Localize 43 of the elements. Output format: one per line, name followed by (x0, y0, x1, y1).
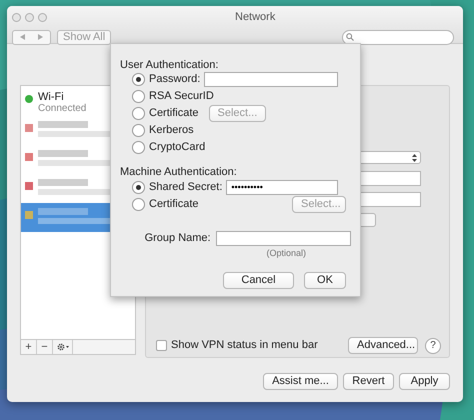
apply-button[interactable]: Apply (399, 373, 450, 390)
section-heading: Machine Authentication: (120, 165, 238, 179)
chevron-icon (412, 154, 417, 162)
radio-button[interactable] (132, 107, 145, 120)
secret-value: •••••••••• (231, 180, 263, 194)
advanced-button[interactable]: Advanced... (348, 337, 418, 354)
gear-icon (56, 343, 68, 351)
window-title: Network (235, 10, 276, 25)
optional-hint: (Optional) (266, 246, 306, 260)
option-label: RSA SecurID (149, 89, 214, 104)
option-label: CryptoCard (149, 140, 206, 156)
radio-button[interactable] (132, 198, 145, 211)
text-field[interactable]: •••••••••• (226, 180, 338, 195)
field-label: Group Name: (144, 231, 211, 246)
checkbox[interactable] (156, 340, 167, 351)
search-field[interactable] (342, 30, 454, 44)
service-name: Wi-Fi (38, 91, 65, 103)
option-label: Certificate (149, 106, 199, 122)
help-button[interactable]: ? (425, 338, 441, 354)
section-heading: User Authentication: (120, 58, 220, 71)
radio-button[interactable] (132, 73, 145, 86)
option-label: Password: (149, 72, 200, 88)
back-icon[interactable] (20, 34, 25, 40)
remove-button[interactable]: − (37, 340, 53, 354)
ok-button[interactable]: OK (304, 272, 346, 289)
cancel-button[interactable]: Cancel (223, 272, 294, 289)
radio-button[interactable] (132, 124, 145, 137)
radio-button[interactable] (132, 181, 145, 194)
option-label: Kerberos (149, 123, 194, 138)
radio-button[interactable] (132, 90, 145, 103)
revert-button[interactable]: Revert (343, 373, 394, 390)
forward-icon[interactable] (38, 34, 44, 40)
add-button[interactable]: + (21, 340, 37, 354)
service-status: Connected (38, 103, 86, 115)
assist-button[interactable]: Assist me... (263, 373, 338, 390)
checkbox-label: Show VPN status in menu bar (171, 338, 318, 354)
radio-button[interactable] (132, 141, 145, 154)
option-label: Shared Secret: (149, 180, 222, 196)
search-icon (346, 33, 354, 41)
back-forward-control[interactable] (12, 30, 51, 44)
text-field[interactable] (204, 72, 338, 87)
option-label: Certificate (149, 197, 199, 212)
group-name-field[interactable] (216, 230, 351, 246)
